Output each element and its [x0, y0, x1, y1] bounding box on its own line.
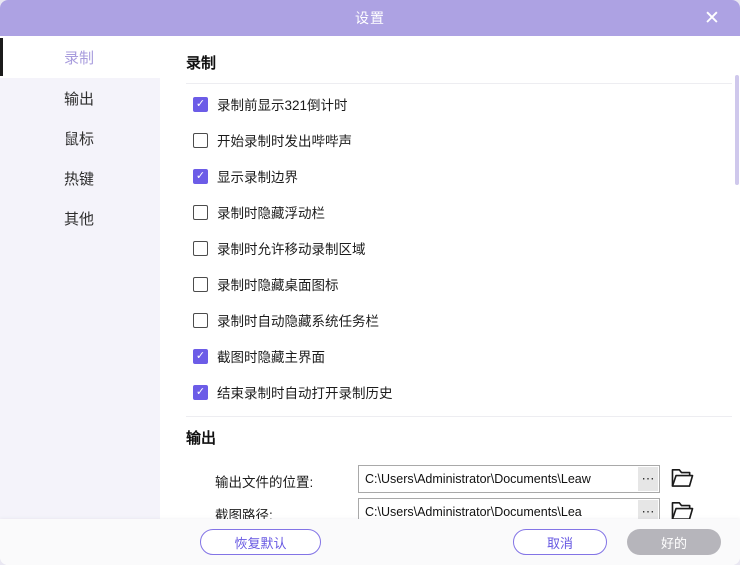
scrollbar-thumb[interactable] [735, 75, 739, 185]
option-label: 录制时允许移动录制区域 [217, 238, 366, 258]
option-hide-taskbar[interactable]: 录制时自动隐藏系统任务栏 [160, 302, 740, 338]
cancel-button[interactable]: 取消 [513, 529, 607, 555]
divider [186, 83, 732, 84]
dialog-title: 设置 [355, 8, 385, 28]
option-beep[interactable]: 开始录制时发出哔哔声 [160, 122, 740, 158]
option-label: 录制时隐藏浮动栏 [217, 202, 325, 222]
checkbox[interactable] [193, 277, 208, 292]
checkbox[interactable] [193, 205, 208, 220]
sidebar-item-label: 热键 [64, 168, 94, 189]
output-location-row: 输出文件的位置: ⋯ [160, 463, 740, 496]
restore-defaults-button[interactable]: 恢复默认 [200, 529, 321, 555]
sidebar-item-record[interactable]: 录制 [0, 36, 160, 78]
sidebar-item-label: 输出 [64, 88, 94, 109]
checkbox[interactable] [193, 313, 208, 328]
divider [186, 416, 732, 417]
option-label: 录制时隐藏桌面图标 [217, 274, 339, 294]
option-open-history[interactable]: 结束录制时自动打开录制历史 [160, 374, 740, 410]
ok-button[interactable]: 好的 [627, 529, 721, 555]
option-hide-floatbar[interactable]: 录制时隐藏浮动栏 [160, 194, 740, 230]
sidebar-item-label: 鼠标 [64, 128, 94, 149]
sidebar-item-label: 其他 [64, 208, 94, 229]
option-label: 截图时隐藏主界面 [217, 346, 325, 366]
sidebar-item-label: 录制 [64, 47, 94, 68]
option-move-region[interactable]: 录制时允许移动录制区域 [160, 230, 740, 266]
checkbox[interactable] [193, 241, 208, 256]
sidebar-item-other[interactable]: 其他 [0, 198, 160, 238]
sidebar-item-output[interactable]: 输出 [0, 78, 160, 118]
option-label: 录制前显示321倒计时 [217, 94, 348, 114]
output-location-field: ⋯ [358, 465, 660, 493]
browse-more-button[interactable]: ⋯ [638, 467, 658, 491]
checkbox[interactable] [193, 349, 208, 364]
screenshot-path-input[interactable] [359, 505, 638, 519]
checkbox[interactable] [193, 385, 208, 400]
settings-content: 录制 录制前显示321倒计时 开始录制时发出哔哔声 显示录制边界 录制时隐藏浮动… [160, 36, 740, 519]
option-boundary[interactable]: 显示录制边界 [160, 158, 740, 194]
record-options: 录制前显示321倒计时 开始录制时发出哔哔声 显示录制边界 录制时隐藏浮动栏 录… [160, 86, 740, 410]
footer: 恢复默认 取消 好的 [0, 519, 740, 565]
close-icon[interactable]: ✕ [694, 0, 730, 36]
option-label: 开始录制时发出哔哔声 [217, 130, 352, 150]
settings-dialog: 设置 ✕ 录制 输出 鼠标 热键 其他 录制 录制前显示321倒计时 [0, 0, 740, 565]
open-folder-icon[interactable] [670, 467, 694, 491]
checkbox[interactable] [193, 133, 208, 148]
checkbox[interactable] [193, 169, 208, 184]
option-countdown[interactable]: 录制前显示321倒计时 [160, 86, 740, 122]
sidebar-item-mouse[interactable]: 鼠标 [0, 118, 160, 158]
output-section-title: 输出 [186, 427, 740, 448]
option-label: 结束录制时自动打开录制历史 [217, 382, 393, 402]
sidebar-item-hotkeys[interactable]: 热键 [0, 158, 160, 198]
output-location-input[interactable] [359, 472, 638, 486]
record-section-title: 录制 [186, 52, 740, 73]
option-label: 显示录制边界 [217, 166, 298, 186]
option-label: 录制时自动隐藏系统任务栏 [217, 310, 379, 330]
checkbox[interactable] [193, 97, 208, 112]
output-location-label: 输出文件的位置: [215, 471, 313, 491]
option-hide-desktop-icons[interactable]: 录制时隐藏桌面图标 [160, 266, 740, 302]
option-hide-main-ui[interactable]: 截图时隐藏主界面 [160, 338, 740, 374]
sidebar: 录制 输出 鼠标 热键 其他 [0, 36, 160, 519]
titlebar: 设置 ✕ [0, 0, 740, 36]
